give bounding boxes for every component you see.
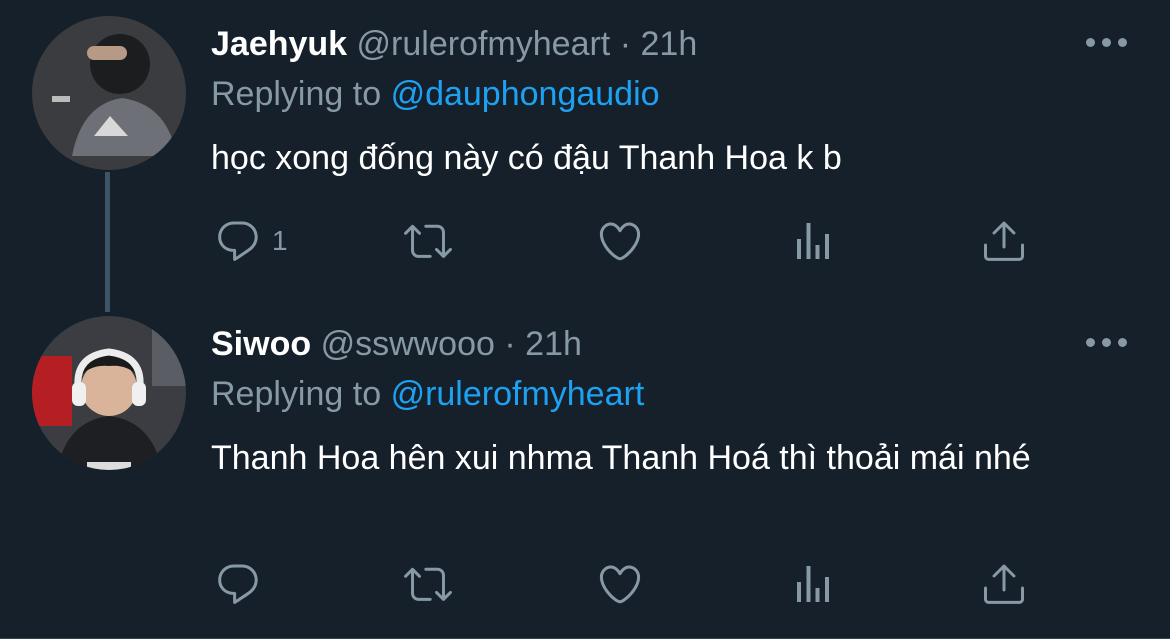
- separator: ·: [504, 325, 516, 363]
- retweet-button[interactable]: [404, 216, 452, 266]
- retweet-button[interactable]: [404, 559, 452, 609]
- tweet-text: Thanh Hoa hên xui nhma Thanh Hoá thì tho…: [211, 439, 1031, 477]
- retweet-icon: [404, 224, 452, 258]
- display-name[interactable]: Siwoo: [211, 325, 311, 363]
- like-icon: [599, 222, 641, 261]
- avatar[interactable]: [32, 316, 186, 470]
- tweet-header: Siwoo @sswwooo · 21h: [211, 322, 582, 366]
- reply-button[interactable]: [214, 559, 272, 609]
- like-button[interactable]: [596, 559, 644, 609]
- display-name[interactable]: Jaehyuk: [211, 25, 347, 63]
- action-bar: 1: [0, 216, 1170, 266]
- username[interactable]: @rulerofmyheart: [357, 25, 611, 63]
- action-bar: [0, 559, 1170, 609]
- share-button[interactable]: [980, 216, 1028, 266]
- more-icon[interactable]: [1086, 338, 1128, 350]
- tweet[interactable]: Siwoo @sswwooo · 21h Replying to @rulero…: [0, 300, 1170, 639]
- share-icon: [984, 221, 1024, 261]
- reply-icon: [218, 564, 258, 604]
- replying-to: Replying to @dauphongaudio: [211, 72, 660, 116]
- timestamp[interactable]: 21h: [525, 325, 582, 363]
- replying-prefix: Replying to: [211, 75, 382, 113]
- share-icon: [984, 564, 1024, 604]
- replying-prefix: Replying to: [211, 375, 382, 413]
- like-icon: [599, 565, 641, 604]
- mention-link[interactable]: @rulerofmyheart: [391, 375, 645, 413]
- retweet-icon: [404, 567, 452, 601]
- more-icon[interactable]: [1086, 38, 1128, 50]
- username[interactable]: @sswwooo: [321, 325, 495, 363]
- avatar[interactable]: [32, 16, 186, 170]
- timestamp[interactable]: 21h: [641, 25, 698, 63]
- tweet[interactable]: Jaehyuk @rulerofmyheart · 21h Replying t…: [0, 0, 1170, 312]
- replying-to: Replying to @rulerofmyheart: [211, 372, 644, 416]
- analytics-button[interactable]: [789, 216, 837, 266]
- tweet-header: Jaehyuk @rulerofmyheart · 21h: [211, 22, 697, 66]
- reply-icon: [218, 221, 258, 261]
- analytics-icon: [797, 223, 829, 259]
- tweet-text: học xong đống này có đậu Thanh Hoa k b: [211, 139, 842, 177]
- reply-count: 1: [272, 225, 288, 256]
- separator: ·: [619, 25, 632, 63]
- like-button[interactable]: [596, 216, 644, 266]
- reply-button[interactable]: 1: [214, 216, 288, 266]
- mention-link[interactable]: @dauphongaudio: [391, 75, 660, 113]
- share-button[interactable]: [980, 559, 1028, 609]
- analytics-button[interactable]: [789, 559, 837, 609]
- analytics-icon: [797, 566, 829, 602]
